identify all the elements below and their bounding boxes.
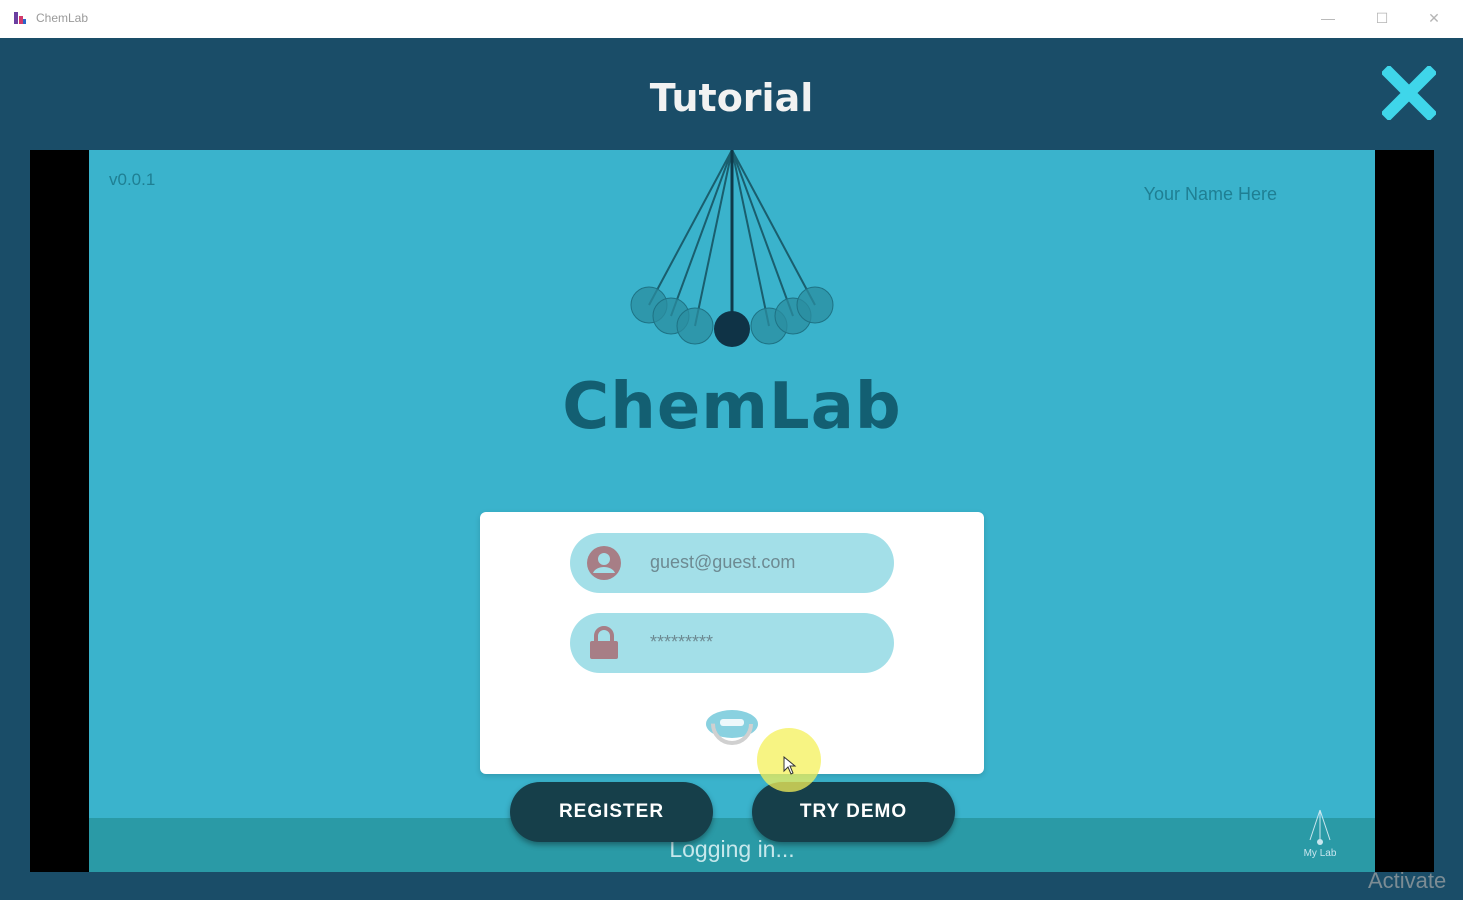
window-close-button[interactable]: ✕ [1414, 6, 1454, 30]
user-icon [587, 546, 621, 580]
window-titlebar: ChemLab — ☐ ✕ [0, 0, 1463, 39]
status-message: Logging in... [669, 836, 795, 862]
version-label: v0.0.1 [109, 170, 156, 189]
newtons-cradle-icon [630, 150, 834, 347]
email-value: guest@guest.com [650, 552, 796, 572]
mini-cradle-icon [1309, 809, 1331, 845]
password-value: ********* [650, 632, 714, 652]
email-field[interactable]: guest@guest.com [570, 533, 894, 593]
maximize-button[interactable]: ☐ [1362, 6, 1402, 30]
activate-watermark: Activate [1368, 868, 1447, 893]
user-name-label: Your Name Here [1143, 184, 1277, 204]
spinner-icon [706, 703, 758, 745]
app-login-screen: v0.0.1 Your Name Here ChemLab guest@gues… [89, 150, 1375, 872]
login-card: guest@guest.com ********* [480, 512, 984, 774]
register-button[interactable]: REGISTER [510, 782, 713, 842]
chemlab-app-icon [14, 12, 26, 24]
corner-logo-text: My Lab [1303, 848, 1337, 859]
dialog-title: Tutorial [649, 76, 814, 120]
password-field[interactable]: ********* [570, 613, 894, 673]
lock-icon [590, 626, 618, 659]
minimize-button[interactable]: — [1308, 6, 1348, 30]
corner-logo: My Lab [1280, 806, 1360, 868]
cursor-highlight [757, 728, 821, 792]
brand-title: ChemLab [562, 370, 902, 444]
close-x-icon[interactable] [1382, 66, 1436, 120]
window-title: ChemLab [36, 11, 89, 25]
mouse-pointer-icon [783, 756, 797, 775]
